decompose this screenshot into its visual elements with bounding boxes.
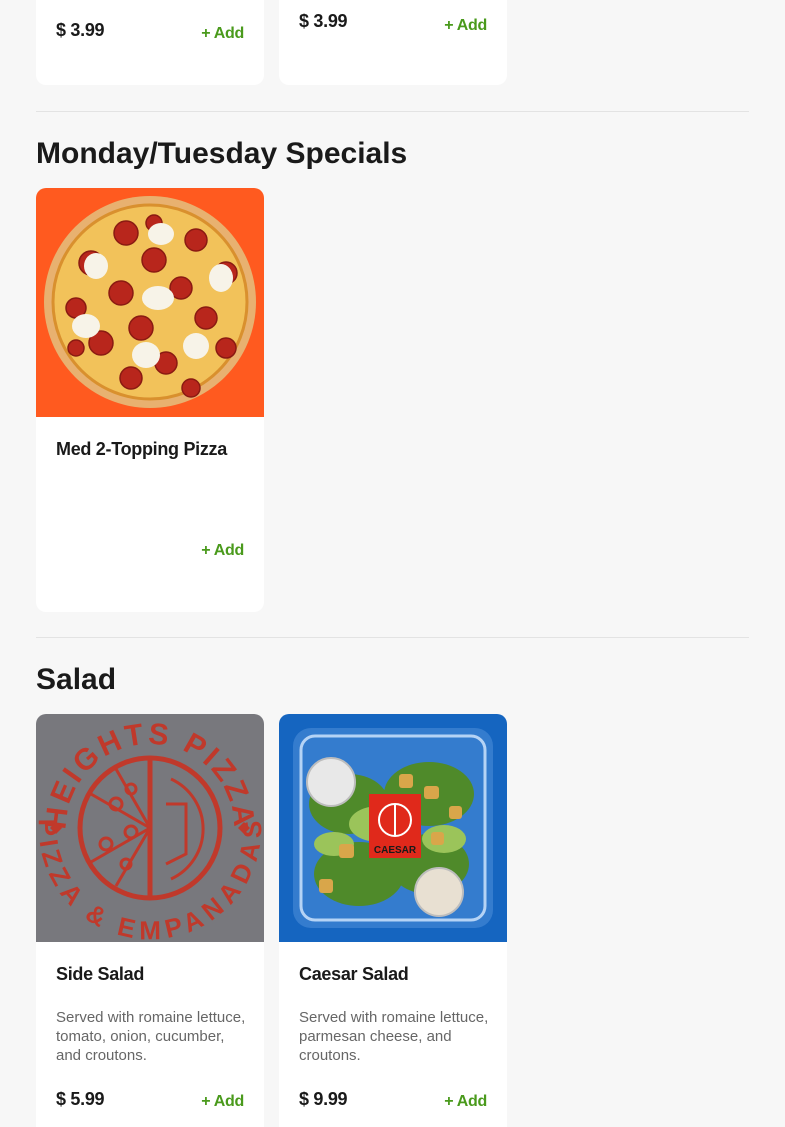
item-price: $ 5.99 bbox=[56, 1089, 105, 1109]
menu-item-card[interactable]: $ 3.99 + Add bbox=[36, 0, 264, 85]
caesar-salad-image: CAESAR bbox=[279, 714, 507, 942]
item-name: Caesar Salad bbox=[299, 964, 409, 984]
section-title: Monday/Tuesday Specials bbox=[36, 137, 408, 170]
add-button[interactable]: + Add bbox=[201, 1093, 244, 1111]
menu-item-card[interactable]: HEIGHTS PIZZA PIZZA & EMPANADAS Side Sal… bbox=[36, 714, 264, 1127]
menu-item-card[interactable]: $ 3.99 + Add bbox=[279, 0, 507, 85]
item-description: Served with romaine lettuce, tomato, oni… bbox=[56, 1009, 246, 1064]
item-price: $ 3.99 bbox=[299, 11, 348, 31]
add-button[interactable]: + Add bbox=[444, 1093, 487, 1111]
add-button[interactable]: + Add bbox=[201, 542, 244, 560]
item-price: $ 9.99 bbox=[299, 1089, 348, 1109]
pepperoni-pizza-image bbox=[36, 188, 264, 417]
item-name: Med 2-Topping Pizza bbox=[56, 439, 227, 459]
sticker-text: CAESAR bbox=[374, 845, 417, 856]
item-price: $ 3.99 bbox=[56, 20, 105, 40]
add-button[interactable]: + Add bbox=[201, 25, 244, 43]
section-divider bbox=[36, 637, 749, 638]
menu-item-card[interactable]: Med 2-Topping Pizza + Add bbox=[36, 188, 264, 612]
item-description: Served with romaine lettuce, parmesan ch… bbox=[299, 1009, 489, 1064]
section-title: Salad bbox=[36, 663, 117, 696]
menu-item-card[interactable]: CAESAR Caesar Salad Served with romaine … bbox=[279, 714, 507, 1127]
section-divider bbox=[36, 111, 749, 112]
add-button[interactable]: + Add bbox=[444, 17, 487, 35]
item-name: Side Salad bbox=[56, 964, 145, 984]
heights-pizza-logo-image: HEIGHTS PIZZA PIZZA & EMPANADAS bbox=[36, 714, 264, 942]
